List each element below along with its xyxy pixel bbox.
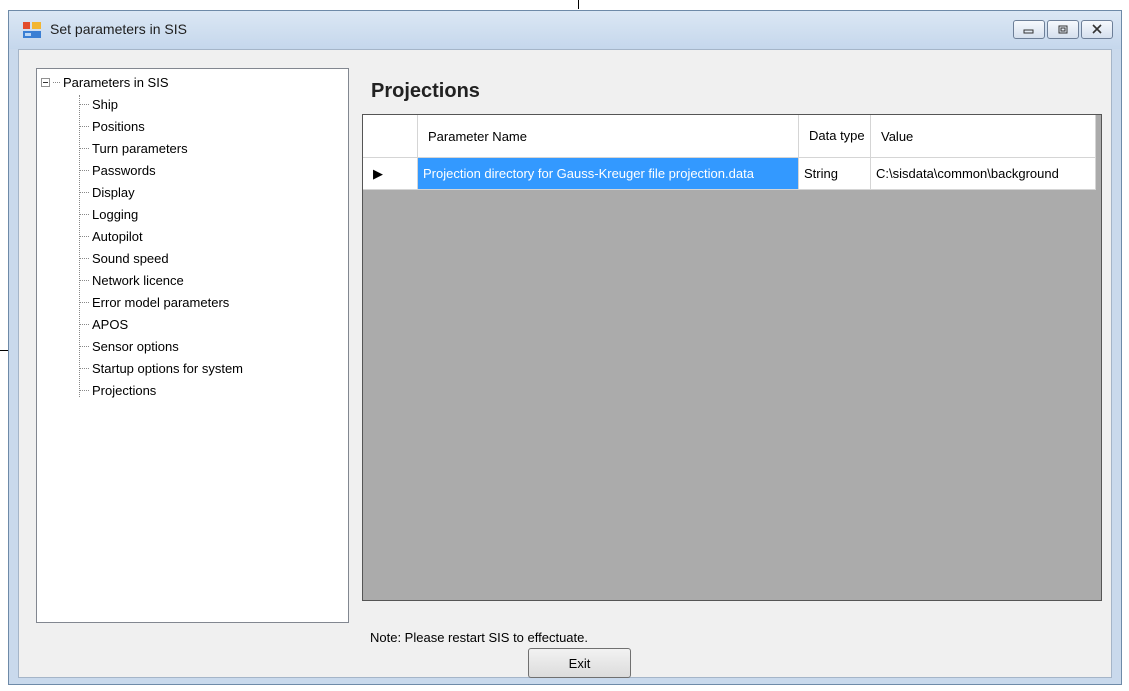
tree-connector	[79, 213, 89, 215]
tree-connector	[79, 301, 89, 303]
tree-connector	[79, 169, 89, 171]
tree-connector	[79, 235, 89, 237]
parameters-grid[interactable]: Parameter Name Data type Value ▶ Project…	[362, 114, 1102, 601]
row-indicator-icon[interactable]: ▶	[363, 158, 418, 190]
tree-item-display[interactable]: Display	[79, 181, 135, 203]
cell-data-type[interactable]: String	[799, 158, 871, 190]
tree-connector	[79, 323, 89, 325]
tree-item-logging[interactable]: Logging	[79, 203, 138, 225]
tree-item-label: APOS	[92, 316, 129, 332]
tree-item-label: Logging	[92, 206, 139, 222]
tree-item-projections[interactable]: Projections	[79, 379, 156, 401]
grid-header: Parameter Name Data type Value	[363, 115, 1096, 158]
exit-button[interactable]: Exit	[528, 648, 631, 678]
window-title: Set parameters in SIS	[50, 21, 187, 37]
tree-connector	[79, 389, 89, 391]
tree-connector	[53, 81, 60, 83]
tree-item-sensor-options[interactable]: Sensor options	[79, 335, 179, 357]
table-row[interactable]: ▶ Projection directory for Gauss-Kreuger…	[363, 158, 1096, 190]
tree-root-label: Parameters in SIS	[63, 74, 169, 90]
column-header-parameter-name[interactable]: Parameter Name	[418, 115, 799, 158]
main-window: Set parameters in SIS Parameters in SIS …	[8, 10, 1122, 685]
column-header-data-type[interactable]: Data type	[799, 115, 871, 158]
client-area: Parameters in SIS Ship Positions Turn pa…	[18, 49, 1112, 678]
close-button[interactable]	[1081, 20, 1113, 39]
title-bar[interactable]: Set parameters in SIS	[9, 11, 1121, 49]
tree-connector	[79, 191, 89, 193]
tree-item-label: Startup options for system	[92, 360, 244, 376]
tree-item-label: Ship	[92, 96, 119, 112]
window-controls	[1011, 20, 1113, 39]
tree-item-sound-speed[interactable]: Sound speed	[79, 247, 169, 269]
column-header-value[interactable]: Value	[871, 115, 1096, 158]
tree-item-apos[interactable]: APOS	[79, 313, 128, 335]
tree-item-label: Projections	[92, 382, 157, 398]
parameters-tree[interactable]: Parameters in SIS Ship Positions Turn pa…	[36, 68, 349, 623]
tree-item-label: Error model parameters	[92, 294, 230, 310]
tree-item-label: Turn parameters	[92, 140, 188, 156]
close-icon	[1092, 24, 1102, 34]
tree-connector	[79, 125, 89, 127]
tree-item-label: Sound speed	[92, 250, 169, 266]
tree-item-startup-options[interactable]: Startup options for system	[79, 357, 243, 379]
app-icon	[23, 22, 41, 38]
page-title: Projections	[371, 80, 480, 102]
tree-item-label: Network licence	[92, 272, 184, 288]
tree-item-network-licence[interactable]: Network licence	[79, 269, 184, 291]
tree-connector	[79, 103, 89, 105]
cell-value[interactable]: C:\sisdata\common\background	[871, 158, 1096, 190]
maximize-button[interactable]	[1047, 20, 1079, 39]
tree-item-turn-parameters[interactable]: Turn parameters	[79, 137, 188, 159]
row-header-corner[interactable]	[363, 115, 418, 158]
maximize-icon	[1058, 25, 1068, 34]
cell-parameter-name[interactable]: Projection directory for Gauss-Kreuger f…	[418, 158, 799, 190]
screen-artifact-left	[0, 350, 8, 351]
tree-item-error-model-parameters[interactable]: Error model parameters	[79, 291, 229, 313]
tree-item-label: Sensor options	[92, 338, 179, 354]
tree-item-label: Positions	[92, 118, 145, 134]
screen-artifact-top	[578, 0, 579, 9]
tree-connector	[79, 345, 89, 347]
minimize-button[interactable]	[1013, 20, 1045, 39]
tree-connector	[79, 257, 89, 259]
tree-connector	[79, 279, 89, 281]
tree-root[interactable]: Parameters in SIS	[41, 73, 169, 91]
tree-item-autopilot[interactable]: Autopilot	[79, 225, 143, 247]
collapse-icon[interactable]	[41, 77, 50, 87]
tree-item-ship[interactable]: Ship	[79, 93, 118, 115]
tree-item-passwords[interactable]: Passwords	[79, 159, 156, 181]
restart-note: Note: Please restart SIS to effectuate.	[370, 630, 588, 645]
tree-connector	[79, 367, 89, 369]
tree-connector	[79, 147, 89, 149]
tree-item-label: Passwords	[92, 162, 156, 178]
tree-item-positions[interactable]: Positions	[79, 115, 145, 137]
tree-item-label: Display	[92, 184, 135, 200]
tree-item-label: Autopilot	[92, 228, 143, 244]
minimize-icon	[1023, 29, 1034, 34]
